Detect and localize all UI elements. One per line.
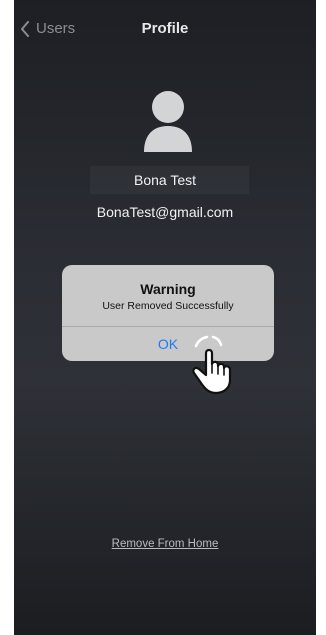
page-title: Profile bbox=[141, 20, 189, 37]
remove-from-home-link[interactable]: Remove From Home bbox=[14, 538, 316, 550]
alert-title: Warning bbox=[140, 281, 196, 297]
profile-email: BonaTest@gmail.com bbox=[96, 204, 234, 220]
alert-message: User Removed Successfully bbox=[102, 300, 234, 312]
profile-name: Bona Test bbox=[133, 172, 196, 188]
phone-screen: Users Profile Bona Test BonaTest@gmail.c… bbox=[14, 0, 316, 635]
tap-hand-icon bbox=[192, 335, 232, 395]
user-avatar-icon bbox=[144, 91, 192, 152]
navigation-bar: Users Profile bbox=[14, 0, 316, 62]
